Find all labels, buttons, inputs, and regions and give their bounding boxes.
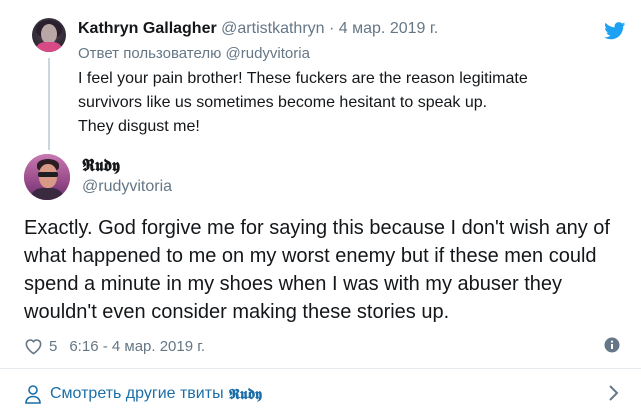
parent-text-line: They disgust me!: [78, 118, 200, 135]
heart-icon[interactable]: [24, 337, 43, 355]
thread-connector-line: [48, 58, 50, 150]
header-separator: ·: [329, 20, 335, 37]
parent-author-avatar[interactable]: [32, 18, 66, 52]
more-tweets-label: Смотреть другие твиты: [50, 385, 224, 402]
parent-text-line: survivors like us sometimes become hesit…: [78, 94, 488, 111]
person-icon: [25, 385, 41, 404]
more-tweets-link[interactable]: Смотреть другие твиты 𝕽𝖚𝖉𝖞: [24, 380, 624, 408]
parent-tweet-header: Kathryn Gallagher @artistkathryn · 4 мар…: [78, 20, 438, 38]
embedded-tweet-card: Kathryn Gallagher @artistkathryn · 4 мар…: [0, 0, 641, 416]
main-text-line: wouldn't even consider making these stor…: [24, 301, 450, 323]
tweet-timestamp[interactable]: 6:16 - 4 мар. 2019 г.: [69, 338, 205, 355]
like-count[interactable]: 5: [49, 338, 57, 355]
main-author-avatar[interactable]: [24, 154, 70, 200]
main-text-line: what happened to me on my worst enemy bu…: [24, 245, 597, 267]
parent-tweet-text: I feel your pain brother! These fuckers …: [78, 67, 568, 139]
main-text-line: Exactly. God forgive me for saying this …: [24, 217, 610, 239]
main-author-name[interactable]: 𝕽𝖚𝖉𝖞: [82, 156, 120, 176]
chevron-right-icon[interactable]: [608, 384, 620, 402]
main-author-handle[interactable]: @rudyvitoria: [82, 178, 172, 196]
main-text-line: spend a minute in my shoes when I was wi…: [24, 273, 563, 295]
reply-to-label[interactable]: Ответ пользователю @rudyvitoria: [78, 45, 310, 62]
parent-text-line: I feel your pain brother! These fuckers …: [78, 70, 528, 87]
parent-author-name[interactable]: Kathryn Gallagher: [78, 20, 217, 37]
twitter-bird-icon[interactable]: [604, 22, 626, 40]
info-icon[interactable]: [604, 337, 620, 353]
parent-author-handle[interactable]: @artistkathryn: [221, 20, 324, 37]
more-tweets-author-name: 𝕽𝖚𝖉𝖞: [228, 385, 262, 403]
parent-tweet-date[interactable]: 4 мар. 2019 г.: [339, 20, 438, 37]
main-tweet-text: Exactly. God forgive me for saying this …: [24, 214, 610, 326]
footer-divider: [0, 368, 641, 369]
tweet-meta-row: 5 6:16 - 4 мар. 2019 г.: [24, 335, 205, 357]
